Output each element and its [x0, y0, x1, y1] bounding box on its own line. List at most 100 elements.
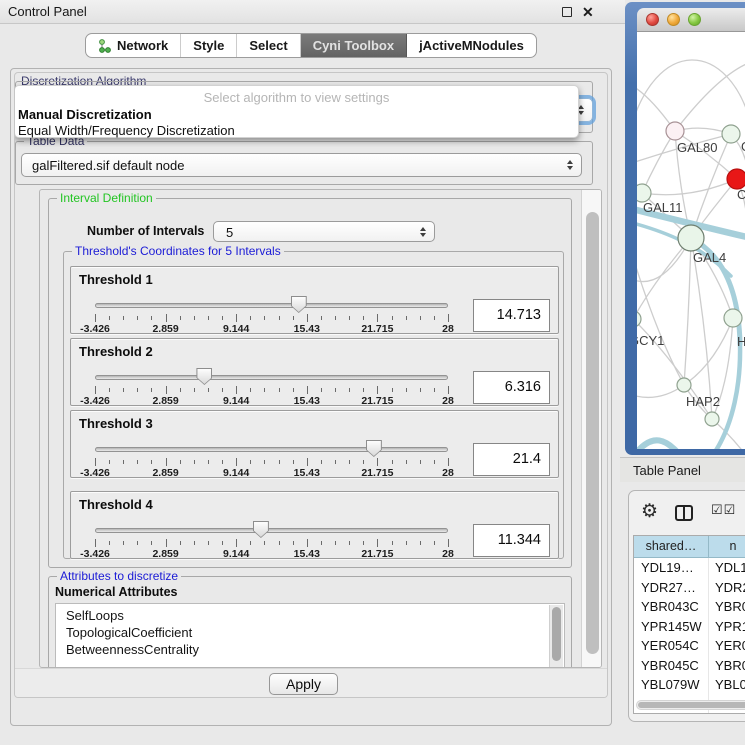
table-cell[interactable]: YDR27…	[634, 578, 709, 598]
table-cell[interactable]: YBL0	[709, 675, 745, 695]
tab-style[interactable]: Style	[181, 34, 237, 57]
slider-track[interactable]	[95, 528, 448, 533]
table-horizontal-scrollbar[interactable]	[636, 700, 745, 710]
network-node[interactable]	[705, 412, 719, 426]
slider-track[interactable]	[95, 375, 448, 380]
slider-thumb[interactable]	[291, 296, 307, 313]
apply-button[interactable]: Apply	[269, 673, 338, 695]
settings-scrollbar-thumb[interactable]	[586, 212, 599, 654]
dropdown-option-manual[interactable]: Manual Discretization	[18, 107, 152, 122]
tab-select[interactable]: Select	[237, 34, 300, 57]
network-node[interactable]	[637, 311, 641, 327]
threshold-slider[interactable]: -3.4262.8599.14415.4321.71528	[95, 522, 448, 558]
slider-thumb[interactable]	[253, 521, 269, 538]
numerical-attributes-list[interactable]: SelfLoops TopologicalCoefficient Between…	[55, 603, 565, 668]
settings-scrollbar[interactable]	[581, 190, 602, 668]
table-row[interactable]: YBR045CYBR0	[634, 656, 745, 676]
table-horizontal-scrollbar-thumb[interactable]	[638, 702, 745, 708]
network-edge[interactable]	[637, 440, 691, 449]
table-cell[interactable]: YPR145W	[634, 617, 709, 637]
slider-tick	[377, 458, 378, 466]
table-data-combobox[interactable]: galFiltered.sif default node	[21, 153, 582, 177]
table-row[interactable]: YER054CYER0	[634, 636, 745, 656]
network-edge[interactable]	[637, 244, 684, 385]
checkbox-icons[interactable]: ☑☑	[711, 502, 736, 518]
threshold-slider[interactable]: -3.4262.8599.14415.4321.71528	[95, 297, 448, 333]
close-icon[interactable]: ✕	[582, 2, 594, 22]
network-node[interactable]	[727, 169, 745, 189]
threshold-value-field[interactable]: 21.4	[473, 443, 550, 476]
table-cell[interactable]: YDR2	[709, 578, 745, 598]
table-panel-titlebar: Table Panel	[620, 457, 745, 482]
threshold-value-field[interactable]: 6.316	[473, 371, 550, 404]
column-header-name[interactable]: n	[709, 536, 745, 557]
slider-tick-label: 9.144	[223, 323, 249, 335]
gear-icon[interactable]: ⚙	[641, 500, 658, 523]
close-traffic-light-icon[interactable]	[646, 13, 659, 26]
dropdown-option-equal-width[interactable]: Equal Width/Frequency Discretization	[18, 123, 235, 138]
tab-cyni-toolbox[interactable]: Cyni Toolbox	[301, 34, 407, 57]
table-cell[interactable]: YER054C	[634, 636, 709, 656]
slider-thumb[interactable]	[366, 440, 382, 457]
slider-tick	[109, 316, 110, 320]
float-window-icon[interactable]	[562, 7, 572, 17]
threshold-slider[interactable]: -3.4262.8599.14415.4321.71528	[95, 369, 448, 405]
tab-jactivemnodules[interactable]: jActiveMNodules	[407, 34, 536, 57]
table-row[interactable]: YDL19…YDL1	[634, 558, 745, 578]
network-node[interactable]	[678, 225, 704, 251]
list-item[interactable]: TopologicalCoefficient	[56, 624, 564, 641]
settings-scroll-panel: Interval Definition Number of Intervals …	[39, 189, 602, 668]
threshold-panel-3: Threshold 3 -3.4262.8599.14415.4321.7152…	[70, 410, 559, 478]
network-edge[interactable]	[642, 131, 675, 193]
table-row[interactable]: YPR145WYPR1	[634, 617, 745, 637]
list-scrollbar[interactable]	[549, 605, 563, 668]
network-graph: GAL80GACGAL11GAL4GCY1HHAP2	[637, 32, 745, 449]
table-row[interactable]: YDR27…YDR2	[634, 578, 745, 598]
network-node[interactable]	[666, 122, 684, 140]
table-cell[interactable]: YDL1	[709, 558, 745, 578]
table-cell[interactable]: YDL19…	[634, 558, 709, 578]
tab-network[interactable]: Network	[86, 34, 181, 57]
tab-style-label: Style	[193, 38, 224, 53]
slider-tick	[434, 388, 435, 392]
table-cell[interactable]: YBR043C	[634, 597, 709, 617]
table-row[interactable]: YBR043CYBR0	[634, 597, 745, 617]
network-edge[interactable]	[637, 238, 691, 319]
threshold-slider[interactable]: -3.4262.8599.14415.4321.71528	[95, 441, 448, 477]
network-edge[interactable]	[637, 60, 745, 134]
network-canvas[interactable]: GAL80GACGAL11GAL4GCY1HHAP2	[637, 32, 745, 449]
slider-thumb[interactable]	[196, 368, 212, 385]
num-intervals-spinner[interactable]: 5	[213, 221, 435, 242]
network-edge[interactable]	[684, 238, 691, 385]
column-header-shared-name[interactable]: shared…	[634, 536, 709, 557]
columns-icon[interactable]	[675, 505, 693, 521]
slider-tick	[180, 316, 181, 320]
table-cell[interactable]: YBR0	[709, 656, 745, 676]
slider-tick	[109, 460, 110, 464]
threshold-value-field[interactable]: 11.344	[473, 524, 550, 557]
network-node[interactable]	[722, 125, 740, 143]
network-edge[interactable]	[642, 179, 737, 195]
slider-track[interactable]	[95, 303, 448, 308]
network-edge[interactable]	[675, 62, 745, 131]
table-cell[interactable]: YER0	[709, 636, 745, 656]
slider-tick	[363, 316, 364, 320]
table-row[interactable]: YBL079WYBL0	[634, 675, 745, 695]
list-scrollbar-thumb[interactable]	[552, 607, 561, 661]
slider-track[interactable]	[95, 447, 448, 452]
table-cell[interactable]: YBR045C	[634, 656, 709, 676]
table-cell[interactable]: YBL079W	[634, 675, 709, 695]
list-item[interactable]: SelfLoops	[56, 604, 564, 624]
node-table[interactable]: shared… n YDL19…YDL1YDR27…YDR2YBR043CYBR…	[633, 535, 745, 714]
network-node[interactable]	[677, 378, 691, 392]
network-node[interactable]	[724, 309, 742, 327]
table-cell[interactable]: YPR1	[709, 617, 745, 637]
list-item[interactable]: BetweennessCentrality	[56, 641, 564, 658]
slider-tick	[349, 388, 350, 392]
numerical-attributes-label: Numerical Attributes	[55, 585, 177, 599]
minimize-traffic-light-icon[interactable]	[667, 13, 680, 26]
table-cell[interactable]: YBR0	[709, 597, 745, 617]
zoom-traffic-light-icon[interactable]	[688, 13, 701, 26]
attributes-group: Attributes to discretize Numerical Attri…	[48, 576, 572, 668]
threshold-value-field[interactable]: 14.713	[473, 299, 550, 332]
